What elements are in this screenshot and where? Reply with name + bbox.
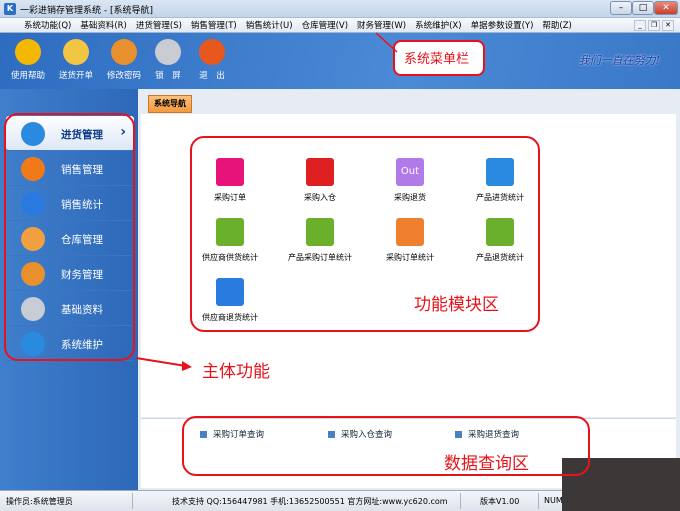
annotation-main-arrow xyxy=(135,357,187,367)
annotation-main-label: 主体功能 xyxy=(202,362,270,382)
annotation-query-label: 数据查询区 xyxy=(444,454,529,474)
annotation-main-arrowhead xyxy=(182,361,192,371)
annotation-modules-label: 功能模块区 xyxy=(414,295,499,315)
annotation-menu-pointer xyxy=(375,32,398,53)
annotation-sidebar-box xyxy=(4,113,135,361)
